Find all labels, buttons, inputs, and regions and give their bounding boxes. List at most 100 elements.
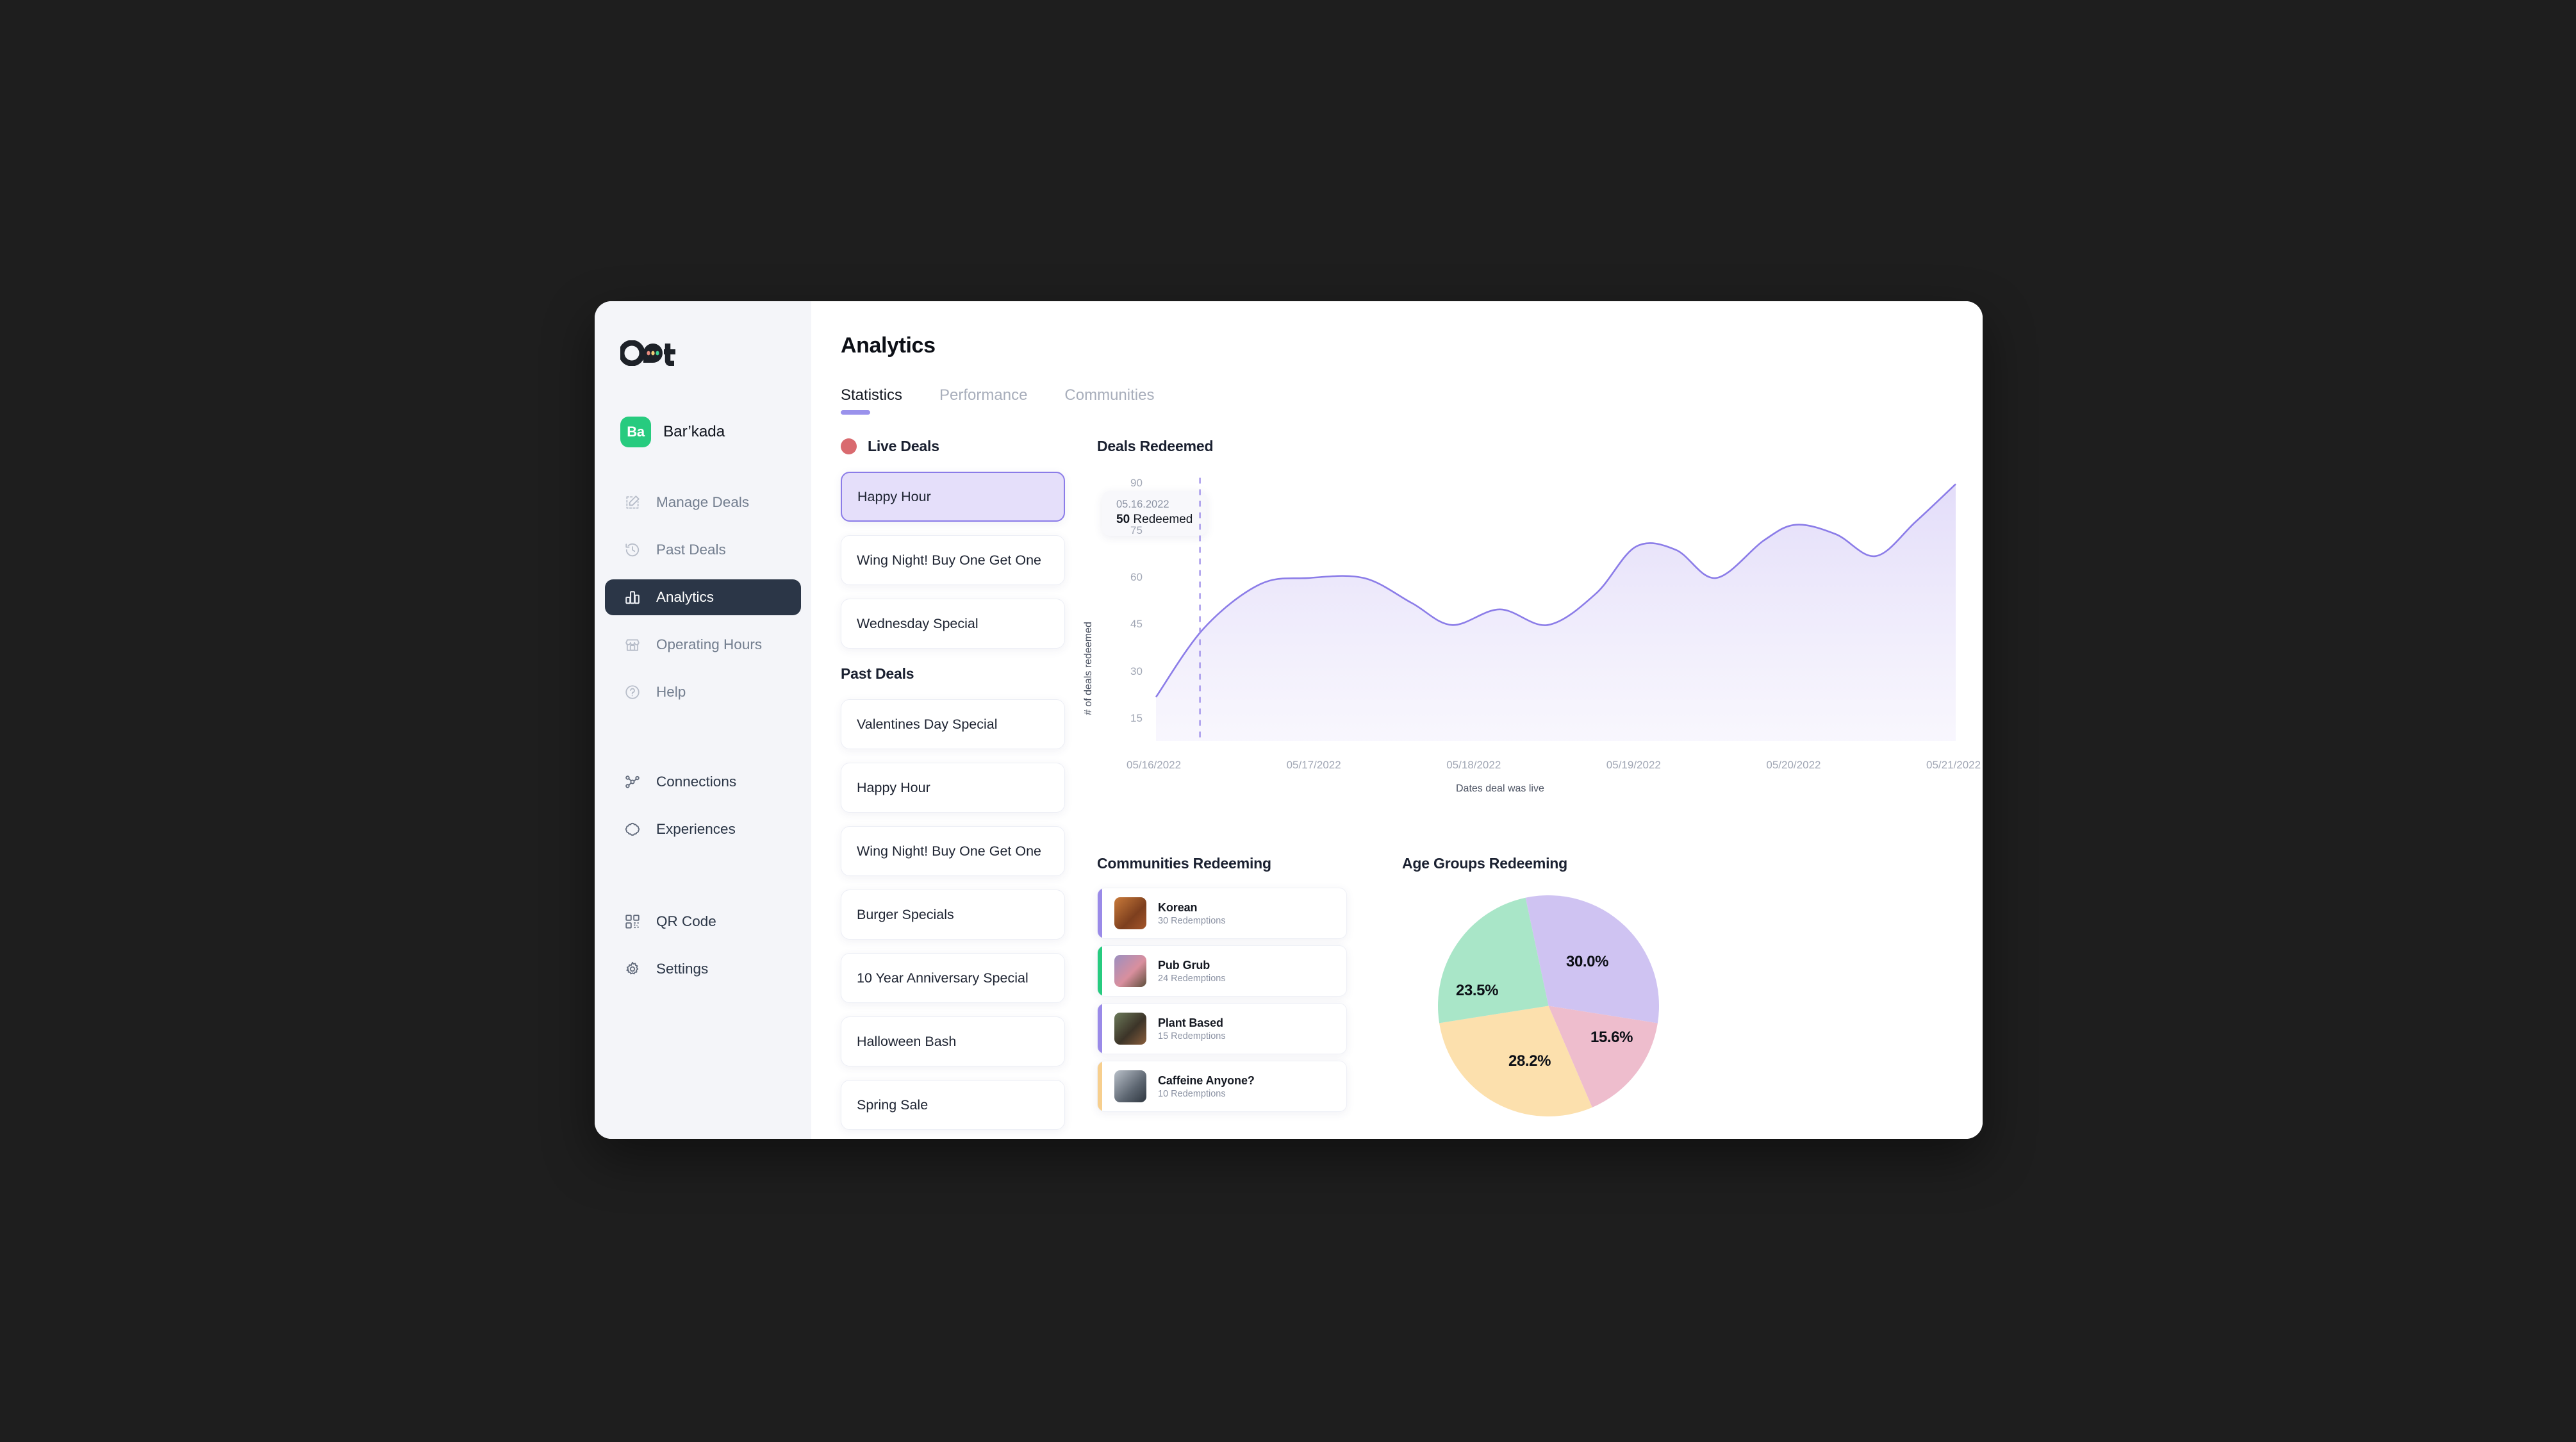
sidebar-item-label: QR Code [656,913,716,929]
sidebar-item-connections[interactable]: Connections [605,764,801,800]
chart-area-fill [1156,484,1956,741]
deal-card-past-1[interactable]: Happy Hour [841,763,1065,813]
pie-slice-label: 23.5% [1456,982,1499,999]
community-thumbnail [1114,955,1146,987]
x-tick: 05/21/2022 [1926,759,1981,771]
deal-card-past-2[interactable]: Wing Night! Buy One Get One [841,826,1065,876]
x-axis-label: Dates deal was live [1456,783,1544,794]
tab-communities[interactable]: Communities [1064,386,1154,415]
sidebar-item-label: Operating Hours [656,636,763,652]
accent-bar [1098,888,1102,938]
sidebar-item-settings[interactable]: Settings [605,951,801,987]
question-circle-icon [623,683,642,702]
gear-icon [623,959,642,979]
community-thumbnail [1114,1070,1146,1102]
accent-bar [1098,1004,1102,1054]
age-groups-panel: Age Groups Redeeming 30.0% 15.6% 28.2% 23.5… [1347,855,1976,1118]
community-name: Caffeine Anyone? [1158,1073,1255,1087]
deal-card-past-6[interactable]: Spring Sale [841,1080,1065,1130]
y-tick: 75 [1130,524,1143,536]
x-tick: 05/17/2022 [1286,759,1341,771]
sidebar-item-operating-hours[interactable]: Operating Hours [605,627,801,663]
edit-square-icon [623,493,642,512]
y-axis-label: # of deals redeemed [1083,622,1094,715]
age-groups-title: Age Groups Redeeming [1402,855,1567,872]
y-tick: 15 [1130,711,1143,724]
x-tick: 05/20/2022 [1766,759,1821,771]
deal-card-past-3[interactable]: Burger Specials [841,890,1065,940]
analytics-body: Live Deals Happy Hour Wing Night! Buy On… [827,438,1983,1139]
sidebar-item-label: Analytics [656,589,714,605]
community-name: Plant Based [1158,1016,1223,1029]
community-thumbnail [1114,1013,1146,1045]
desktop-background: Ba Bar’kada Manage Deals Past Deals Anal… [0,0,2576,1442]
sidebar-item-analytics[interactable]: Analytics [605,579,801,615]
communities-title: Communities Redeeming [1097,855,1271,872]
app-window: Ba Bar’kada Manage Deals Past Deals Anal… [595,301,1983,1139]
page-title: Analytics [841,333,936,358]
pie-slice-label: 15.6% [1590,1029,1633,1046]
brand-name: Bar’kada [663,423,725,440]
deal-card-past-0[interactable]: Valentines Day Special [841,699,1065,749]
sidebar-item-label: Experiences [656,821,736,837]
nav-spacer-2 [605,859,801,904]
sidebar-item-manage-deals[interactable]: Manage Deals [605,485,801,520]
sidebar-item-label: Connections [656,774,737,790]
community-row-0[interactable]: Korean 30 Redemptions [1097,888,1347,939]
community-redemptions: 15 Redemptions [1158,1031,1226,1041]
brand-row[interactable]: Ba Bar’kada [620,417,811,447]
x-tick: 05/16/2022 [1127,759,1182,771]
past-deals-title: Past Deals [841,665,914,682]
deal-card-live-2[interactable]: Wednesday Special [841,599,1065,649]
deal-card-past-4[interactable]: 10 Year Anniversary Special [841,953,1065,1003]
deals-redeemed-chart: 05.16.2022 50 Redeemed # of deals redeem… [1083,459,1981,843]
line-chart-svg [1155,477,1956,741]
tab-bar: Statistics Performance Communities [841,386,1983,415]
sidebar-item-past-deals[interactable]: Past Deals [605,532,801,568]
community-row-3[interactable]: Caffeine Anyone? 10 Redemptions [1097,1061,1347,1112]
pie-slice-label: 30.0% [1566,953,1609,970]
y-tick: 30 [1130,665,1143,677]
deals-panel: Live Deals Happy Hour Wing Night! Buy On… [827,438,1065,1139]
community-row-1[interactable]: Pub Grub 24 Redemptions [1097,945,1347,997]
sidebar-item-experiences[interactable]: Experiences [605,811,801,847]
age-groups-pie: 30.0% 15.6% 28.2% 23.5% [1438,895,1660,1116]
community-name: Pub Grub [1158,958,1210,972]
tab-statistics[interactable]: Statistics [841,386,902,415]
sidebar-item-label: Settings [656,961,709,977]
community-redemptions: 30 Redemptions [1158,915,1226,926]
sidebar-item-label: Past Deals [656,542,726,558]
cloud-outline-icon [623,820,642,839]
sidebar-item-help[interactable]: Help [605,674,801,710]
sidebar-nav: Manage Deals Past Deals Analytics Operat… [595,485,811,987]
communities-panel: Communities Redeeming Korean 30 Redempti… [1097,855,1347,1118]
deals-redeemed-title: Deals Redeemed [1097,438,1214,454]
app-logo[interactable] [620,338,811,368]
y-tick: 45 [1130,618,1143,631]
brand-avatar: Ba [620,417,651,447]
accent-bar [1098,946,1102,996]
y-tick: 90 [1130,477,1143,490]
community-row-2[interactable]: Plant Based 15 Redemptions [1097,1003,1347,1054]
community-redemptions: 10 Redemptions [1158,1088,1226,1099]
charts-panel: Deals Redeemed 05.16.2022 50 Redeemed # … [1065,438,1983,1139]
sidebar-item-qr-code[interactable]: QR Code [605,904,801,940]
storefront-icon [623,635,642,654]
qr-code-icon [623,912,642,931]
deal-card-past-5[interactable]: Halloween Bash [841,1016,1065,1066]
main-content: Analytics Statistics Performance Communi… [811,301,1983,1139]
x-tick: 05/19/2022 [1606,759,1661,771]
sidebar: Ba Bar’kada Manage Deals Past Deals Anal… [595,301,811,1139]
pie-slice-label: 28.2% [1508,1052,1551,1070]
live-deals-header: Live Deals [841,438,1065,455]
community-redemptions: 24 Redemptions [1158,973,1226,984]
communities-list: Korean 30 Redemptions Pub Grub 24 Redemp… [1097,888,1347,1112]
deal-card-live-0[interactable]: Happy Hour [841,472,1065,522]
tab-performance[interactable]: Performance [939,386,1027,415]
live-status-dot [841,438,857,454]
bar-chart-icon [623,588,642,607]
deal-card-live-1[interactable]: Wing Night! Buy One Get One [841,535,1065,585]
sidebar-item-label: Help [656,684,686,700]
community-name: Korean [1158,900,1198,914]
